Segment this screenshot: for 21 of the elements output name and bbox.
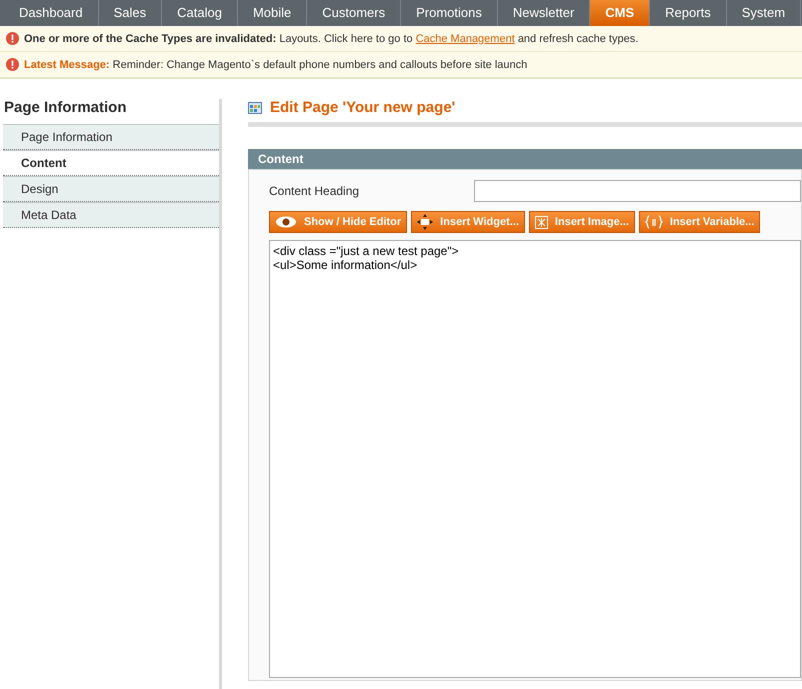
sidebar-tab[interactable]: Meta Data — [3, 202, 219, 228]
move-icon — [417, 214, 434, 230]
editor-field[interactable]: <div class ="just a new test page"> <ul>Some information</ul> — [269, 240, 801, 678]
warning-icon — [6, 32, 19, 45]
sidebar-tab[interactable]: Page Information — [3, 124, 219, 150]
message-text: Latest Message: Reminder: Change Magento`s default phone numbers and callouts before site launch — [24, 58, 528, 70]
field-label: Content Heading — [269, 184, 360, 198]
cache-management-link[interactable]: Cache Management — [416, 32, 515, 44]
page-title: Edit Page 'Your new page' — [270, 99, 456, 116]
message-text: One or more of the Cache Types are invalidated: Layouts. Click here to go to Cache Management and refresh cache types. — [24, 32, 638, 44]
section-header: Content — [248, 149, 802, 169]
content-heading-field[interactable] — [474, 180, 801, 202]
image-icon — [534, 216, 548, 228]
menu-tab[interactable]: CMS — [590, 0, 650, 26]
warning-icon — [6, 58, 19, 71]
braces-icon — [644, 215, 663, 229]
sidebar-tab[interactable]: Design — [3, 176, 219, 202]
sidebar-tab[interactable]: Content — [3, 150, 219, 176]
eye-icon — [275, 216, 297, 228]
grid-icon — [248, 102, 262, 114]
sidebar-title: Page Information — [3, 99, 128, 118]
